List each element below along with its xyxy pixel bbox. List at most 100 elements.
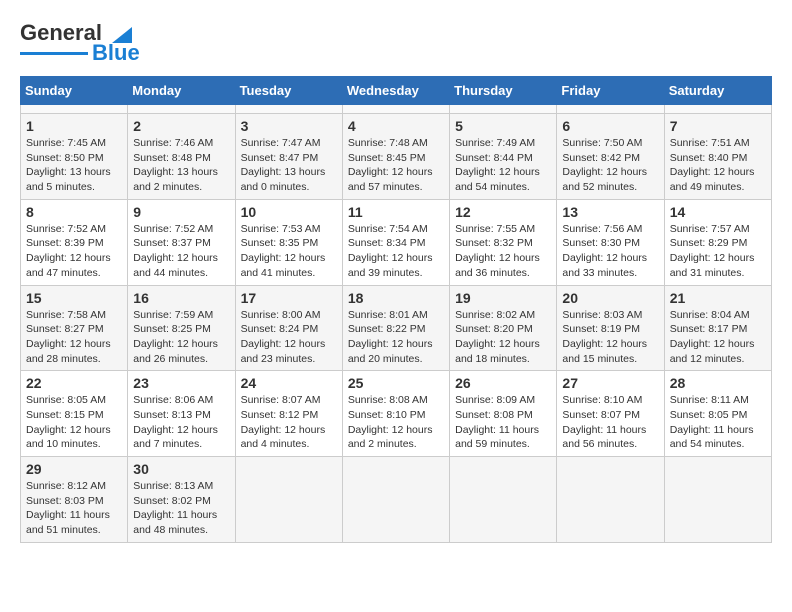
calendar-cell: 9 Sunrise: 7:52 AMSunset: 8:37 PMDayligh… [128, 199, 235, 285]
day-number: 5 [455, 118, 551, 134]
day-header-monday: Monday [128, 77, 235, 105]
calendar-cell: 1 Sunrise: 7:45 AMSunset: 8:50 PMDayligh… [21, 114, 128, 200]
day-number: 15 [26, 290, 122, 306]
day-header-sunday: Sunday [21, 77, 128, 105]
day-info: Sunrise: 7:50 AMSunset: 8:42 PMDaylight:… [562, 136, 658, 195]
day-number: 26 [455, 375, 551, 391]
day-number: 1 [26, 118, 122, 134]
day-info: Sunrise: 7:47 AMSunset: 8:47 PMDaylight:… [241, 136, 337, 195]
day-number: 21 [670, 290, 766, 306]
calendar-cell [450, 457, 557, 543]
calendar-table: SundayMondayTuesdayWednesdayThursdayFrid… [20, 76, 772, 543]
day-info: Sunrise: 8:02 AMSunset: 8:20 PMDaylight:… [455, 308, 551, 367]
day-number: 17 [241, 290, 337, 306]
day-number: 12 [455, 204, 551, 220]
day-info: Sunrise: 8:08 AMSunset: 8:10 PMDaylight:… [348, 393, 444, 452]
day-number: 28 [670, 375, 766, 391]
day-number: 4 [348, 118, 444, 134]
day-info: Sunrise: 8:00 AMSunset: 8:24 PMDaylight:… [241, 308, 337, 367]
day-number: 13 [562, 204, 658, 220]
day-info: Sunrise: 7:46 AMSunset: 8:48 PMDaylight:… [133, 136, 229, 195]
calendar-cell: 26 Sunrise: 8:09 AMSunset: 8:08 PMDaylig… [450, 371, 557, 457]
day-info: Sunrise: 7:52 AMSunset: 8:37 PMDaylight:… [133, 222, 229, 281]
day-info: Sunrise: 7:59 AMSunset: 8:25 PMDaylight:… [133, 308, 229, 367]
calendar-cell [235, 457, 342, 543]
calendar-cell: 28 Sunrise: 8:11 AMSunset: 8:05 PMDaylig… [664, 371, 771, 457]
header: General Blue [20, 20, 772, 66]
day-info: Sunrise: 8:03 AMSunset: 8:19 PMDaylight:… [562, 308, 658, 367]
day-number: 22 [26, 375, 122, 391]
day-number: 16 [133, 290, 229, 306]
day-number: 29 [26, 461, 122, 477]
calendar-cell [342, 105, 449, 114]
calendar-cell [21, 105, 128, 114]
calendar-cell: 11 Sunrise: 7:54 AMSunset: 8:34 PMDaylig… [342, 199, 449, 285]
day-header-wednesday: Wednesday [342, 77, 449, 105]
calendar-cell: 5 Sunrise: 7:49 AMSunset: 8:44 PMDayligh… [450, 114, 557, 200]
calendar-cell [342, 457, 449, 543]
calendar-cell: 29 Sunrise: 8:12 AMSunset: 8:03 PMDaylig… [21, 457, 128, 543]
calendar-cell: 4 Sunrise: 7:48 AMSunset: 8:45 PMDayligh… [342, 114, 449, 200]
calendar-cell: 7 Sunrise: 7:51 AMSunset: 8:40 PMDayligh… [664, 114, 771, 200]
week-row: 1 Sunrise: 7:45 AMSunset: 8:50 PMDayligh… [21, 114, 772, 200]
calendar-cell: 19 Sunrise: 8:02 AMSunset: 8:20 PMDaylig… [450, 285, 557, 371]
day-number: 23 [133, 375, 229, 391]
logo-blue: Blue [92, 40, 140, 66]
logo: General Blue [20, 20, 140, 66]
calendar-cell: 30 Sunrise: 8:13 AMSunset: 8:02 PMDaylig… [128, 457, 235, 543]
calendar-cell: 3 Sunrise: 7:47 AMSunset: 8:47 PMDayligh… [235, 114, 342, 200]
day-info: Sunrise: 8:01 AMSunset: 8:22 PMDaylight:… [348, 308, 444, 367]
calendar-cell: 23 Sunrise: 8:06 AMSunset: 8:13 PMDaylig… [128, 371, 235, 457]
day-number: 14 [670, 204, 766, 220]
day-info: Sunrise: 8:11 AMSunset: 8:05 PMDaylight:… [670, 393, 766, 452]
week-row: 29 Sunrise: 8:12 AMSunset: 8:03 PMDaylig… [21, 457, 772, 543]
day-info: Sunrise: 7:52 AMSunset: 8:39 PMDaylight:… [26, 222, 122, 281]
day-info: Sunrise: 7:48 AMSunset: 8:45 PMDaylight:… [348, 136, 444, 195]
calendar-cell: 8 Sunrise: 7:52 AMSunset: 8:39 PMDayligh… [21, 199, 128, 285]
day-info: Sunrise: 8:04 AMSunset: 8:17 PMDaylight:… [670, 308, 766, 367]
day-info: Sunrise: 8:10 AMSunset: 8:07 PMDaylight:… [562, 393, 658, 452]
calendar-cell: 12 Sunrise: 7:55 AMSunset: 8:32 PMDaylig… [450, 199, 557, 285]
calendar-cell: 10 Sunrise: 7:53 AMSunset: 8:35 PMDaylig… [235, 199, 342, 285]
calendar-cell: 6 Sunrise: 7:50 AMSunset: 8:42 PMDayligh… [557, 114, 664, 200]
day-info: Sunrise: 7:51 AMSunset: 8:40 PMDaylight:… [670, 136, 766, 195]
calendar-cell: 16 Sunrise: 7:59 AMSunset: 8:25 PMDaylig… [128, 285, 235, 371]
day-header-friday: Friday [557, 77, 664, 105]
day-header-thursday: Thursday [450, 77, 557, 105]
logo-underline [20, 52, 88, 55]
day-number: 27 [562, 375, 658, 391]
day-number: 9 [133, 204, 229, 220]
day-number: 19 [455, 290, 551, 306]
day-number: 2 [133, 118, 229, 134]
day-info: Sunrise: 8:13 AMSunset: 8:02 PMDaylight:… [133, 479, 229, 538]
calendar-cell [557, 105, 664, 114]
calendar-cell: 2 Sunrise: 7:46 AMSunset: 8:48 PMDayligh… [128, 114, 235, 200]
day-info: Sunrise: 7:55 AMSunset: 8:32 PMDaylight:… [455, 222, 551, 281]
day-info: Sunrise: 8:07 AMSunset: 8:12 PMDaylight:… [241, 393, 337, 452]
day-info: Sunrise: 7:54 AMSunset: 8:34 PMDaylight:… [348, 222, 444, 281]
calendar-cell: 15 Sunrise: 7:58 AMSunset: 8:27 PMDaylig… [21, 285, 128, 371]
week-row: 22 Sunrise: 8:05 AMSunset: 8:15 PMDaylig… [21, 371, 772, 457]
day-number: 18 [348, 290, 444, 306]
calendar-cell [128, 105, 235, 114]
day-info: Sunrise: 7:53 AMSunset: 8:35 PMDaylight:… [241, 222, 337, 281]
day-number: 24 [241, 375, 337, 391]
calendar-cell [235, 105, 342, 114]
day-number: 20 [562, 290, 658, 306]
calendar-cell: 20 Sunrise: 8:03 AMSunset: 8:19 PMDaylig… [557, 285, 664, 371]
day-header-saturday: Saturday [664, 77, 771, 105]
day-number: 10 [241, 204, 337, 220]
day-header-tuesday: Tuesday [235, 77, 342, 105]
day-info: Sunrise: 7:56 AMSunset: 8:30 PMDaylight:… [562, 222, 658, 281]
week-row [21, 105, 772, 114]
day-number: 6 [562, 118, 658, 134]
day-info: Sunrise: 7:57 AMSunset: 8:29 PMDaylight:… [670, 222, 766, 281]
calendar-cell: 13 Sunrise: 7:56 AMSunset: 8:30 PMDaylig… [557, 199, 664, 285]
calendar-cell: 22 Sunrise: 8:05 AMSunset: 8:15 PMDaylig… [21, 371, 128, 457]
day-info: Sunrise: 7:49 AMSunset: 8:44 PMDaylight:… [455, 136, 551, 195]
day-number: 3 [241, 118, 337, 134]
day-info: Sunrise: 7:45 AMSunset: 8:50 PMDaylight:… [26, 136, 122, 195]
day-number: 30 [133, 461, 229, 477]
calendar-cell: 24 Sunrise: 8:07 AMSunset: 8:12 PMDaylig… [235, 371, 342, 457]
week-row: 8 Sunrise: 7:52 AMSunset: 8:39 PMDayligh… [21, 199, 772, 285]
